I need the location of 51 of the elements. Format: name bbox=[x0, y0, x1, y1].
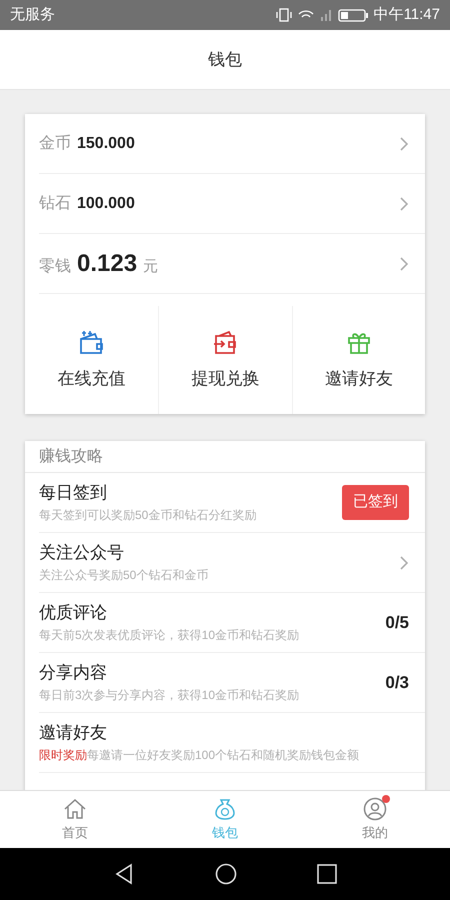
balance-value: 100.000 bbox=[77, 194, 135, 214]
task-description: 限时奖励每邀请一位好友奖励100个钻石和随机奖励钱包金额 bbox=[39, 746, 360, 764]
balance-row[interactable]: 零钱 0.123 元 bbox=[39, 234, 425, 294]
balance-label: 钻石 bbox=[39, 194, 71, 214]
balance-row[interactable]: 金币 150.000 bbox=[39, 114, 425, 174]
chevron-icon bbox=[399, 136, 409, 152]
action-button[interactable]: 提现兑换 bbox=[158, 306, 292, 414]
task-title: 邀请好友 bbox=[39, 722, 108, 744]
task-row[interactable]: 优质评论 每天前5次发表优质评论，获得10金币和钻石奖励 0/5 bbox=[39, 593, 425, 653]
money-bag-icon bbox=[213, 796, 237, 821]
task-row[interactable]: 关注公众号 关注公众号奖励50个钻石和金币 bbox=[39, 533, 425, 593]
task-row[interactable]: 分享内容 每日前3次参与分享内容，获得10金币和钻石奖励 0/3 bbox=[39, 653, 425, 713]
task-description: 关注公众号奖励50个钻石和金币 bbox=[39, 566, 208, 584]
page-title: 钱包 bbox=[208, 48, 242, 71]
home-button-icon[interactable] bbox=[215, 863, 237, 885]
progress-count: 0/5 bbox=[385, 612, 409, 634]
task-title: 每日签到 bbox=[39, 482, 108, 504]
balance-value: 0.123 bbox=[77, 248, 138, 278]
unit-text: 元 bbox=[143, 256, 158, 276]
action-button[interactable]: 邀请好友 bbox=[292, 306, 425, 414]
tab-item[interactable]: 我的 bbox=[300, 791, 450, 848]
task-description: 每日前3次参与分享内容，获得10金币和钻石奖励 bbox=[39, 686, 300, 704]
section-title: 赚钱攻略 bbox=[39, 446, 103, 466]
user-icon bbox=[363, 796, 387, 821]
task-title: 优质评论 bbox=[39, 602, 108, 624]
chevron-icon bbox=[399, 256, 409, 272]
task-description: 每天前5次发表优质评论，获得10金币和钻石奖励 bbox=[39, 626, 300, 644]
tab-item[interactable]: 首页 bbox=[0, 791, 150, 848]
balance-label: 金币 bbox=[39, 134, 71, 154]
task-row[interactable]: 邀请好友 限时奖励每邀请一位好友奖励100个钻石和随机奖励钱包金额 bbox=[39, 713, 425, 773]
back-icon[interactable] bbox=[113, 863, 135, 885]
task-title: 分享内容 bbox=[39, 662, 108, 684]
action-button[interactable]: 在线充值 bbox=[25, 306, 158, 414]
recent-apps-icon[interactable] bbox=[317, 864, 337, 884]
progress-count: 0/3 bbox=[385, 672, 409, 694]
home-icon bbox=[63, 796, 87, 821]
balance-value: 150.000 bbox=[77, 134, 135, 154]
chevron-icon bbox=[399, 554, 409, 570]
signal-icon bbox=[320, 9, 332, 21]
vibrate-icon bbox=[276, 7, 292, 23]
balance-label: 零钱 bbox=[39, 256, 71, 276]
balance-row[interactable]: 钻石 100.000 bbox=[39, 174, 425, 234]
wallet-plus-icon bbox=[78, 328, 106, 356]
battery-icon bbox=[338, 8, 368, 22]
chevron-icon bbox=[399, 196, 409, 212]
task-row[interactable]: 每日签到 每天签到可以奖励50金币和钻石分红奖励 已签到 bbox=[39, 473, 425, 533]
carrier-text: 无服务 bbox=[10, 4, 55, 25]
signed-in-button[interactable]: 已签到 bbox=[342, 485, 409, 520]
task-description: 每天签到可以奖励50金币和钻石分红奖励 bbox=[39, 506, 256, 524]
task-title: 关注公众号 bbox=[39, 542, 125, 564]
clock-text: 中午11:47 bbox=[374, 4, 440, 25]
